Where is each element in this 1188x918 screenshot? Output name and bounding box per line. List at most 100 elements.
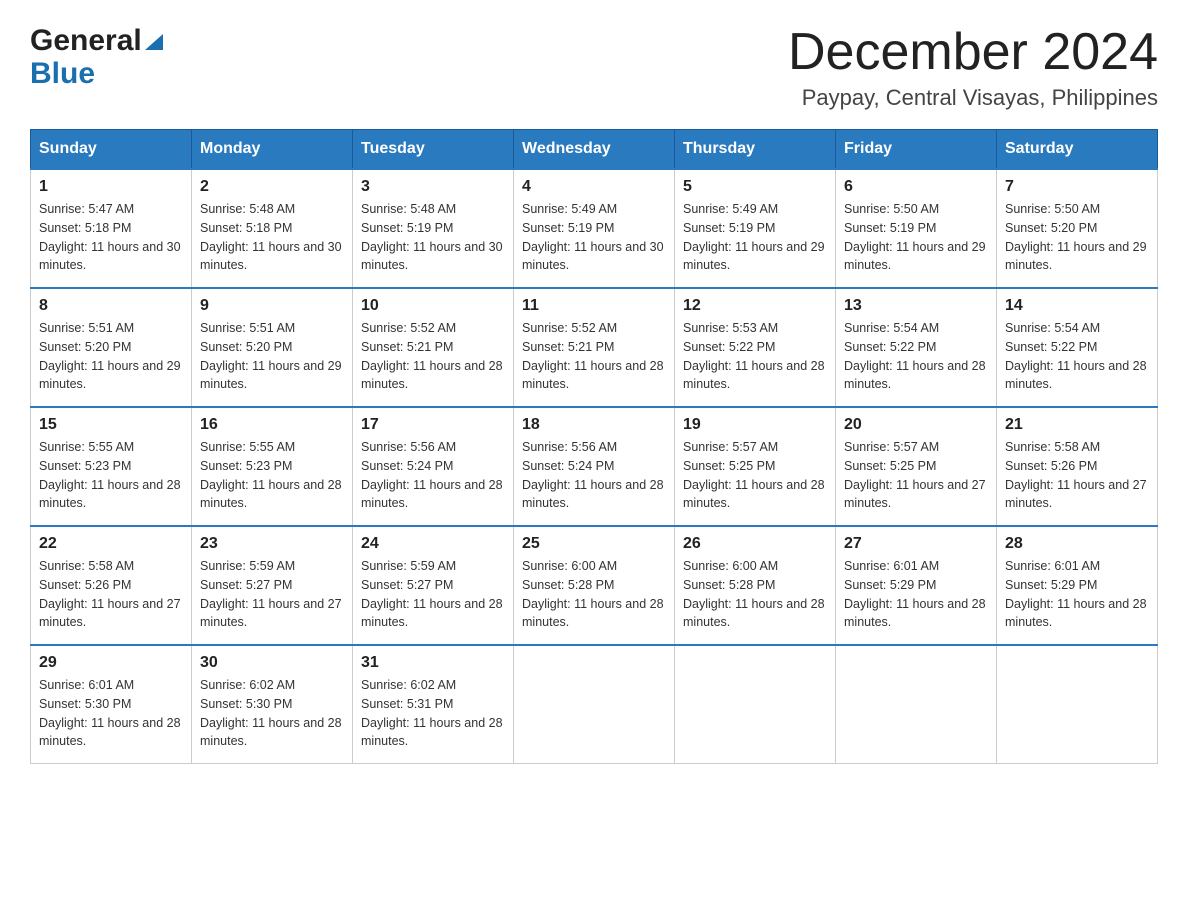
day-number: 5	[683, 178, 827, 196]
day-info: Sunrise: 6:01 AMSunset: 5:30 PMDaylight:…	[39, 676, 183, 751]
calendar-title: December 2024	[788, 24, 1158, 81]
column-header-sunday: Sunday	[31, 130, 192, 170]
day-info: Sunrise: 5:50 AMSunset: 5:19 PMDaylight:…	[844, 200, 988, 275]
calendar-cell: 20 Sunrise: 5:57 AMSunset: 5:25 PMDayligh…	[836, 407, 997, 526]
day-number: 20	[844, 416, 988, 434]
calendar-cell: 14 Sunrise: 5:54 AMSunset: 5:22 PMDayligh…	[997, 288, 1158, 407]
day-number: 2	[200, 178, 344, 196]
calendar-cell	[836, 645, 997, 764]
day-info: Sunrise: 5:49 AMSunset: 5:19 PMDaylight:…	[683, 200, 827, 275]
day-number: 26	[683, 535, 827, 553]
calendar-cell: 2 Sunrise: 5:48 AMSunset: 5:18 PMDaylight…	[192, 169, 353, 288]
calendar-cell: 30 Sunrise: 6:02 AMSunset: 5:30 PMDayligh…	[192, 645, 353, 764]
day-number: 28	[1005, 535, 1149, 553]
calendar-cell	[997, 645, 1158, 764]
day-number: 30	[200, 654, 344, 672]
calendar-cell: 17 Sunrise: 5:56 AMSunset: 5:24 PMDayligh…	[353, 407, 514, 526]
calendar-cell: 23Sunrise: 5:59 AMSunset: 5:27 PMDayligh…	[192, 526, 353, 645]
day-number: 21	[1005, 416, 1149, 434]
calendar-cell	[675, 645, 836, 764]
day-info: Sunrise: 5:57 AMSunset: 5:25 PMDaylight:…	[844, 438, 988, 513]
calendar-header-row: SundayMondayTuesdayWednesdayThursdayFrid…	[31, 130, 1158, 170]
day-info: Sunrise: 5:48 AMSunset: 5:18 PMDaylight:…	[200, 200, 344, 275]
calendar-cell: 5 Sunrise: 5:49 AMSunset: 5:19 PMDaylight…	[675, 169, 836, 288]
day-info: Sunrise: 6:01 AMSunset: 5:29 PMDaylight:…	[1005, 557, 1149, 632]
day-number: 8	[39, 297, 183, 315]
calendar-cell: 1Sunrise: 5:47 AMSunset: 5:18 PMDaylight…	[31, 169, 192, 288]
day-info: Sunrise: 5:59 AMSunset: 5:27 PMDaylight:…	[361, 557, 505, 632]
day-info: Sunrise: 5:56 AMSunset: 5:24 PMDaylight:…	[361, 438, 505, 513]
day-number: 31	[361, 654, 505, 672]
day-info: Sunrise: 5:59 AMSunset: 5:27 PMDaylight:…	[200, 557, 344, 632]
column-header-friday: Friday	[836, 130, 997, 170]
day-number: 7	[1005, 178, 1149, 196]
calendar-week-row: 29 Sunrise: 6:01 AMSunset: 5:30 PMDayligh…	[31, 645, 1158, 764]
day-number: 15	[39, 416, 183, 434]
day-info: Sunrise: 5:53 AMSunset: 5:22 PMDaylight:…	[683, 319, 827, 394]
day-info: Sunrise: 5:51 AMSunset: 5:20 PMDaylight:…	[200, 319, 344, 394]
calendar-week-row: 15 Sunrise: 5:55 AMSunset: 5:23 PMDayligh…	[31, 407, 1158, 526]
logo-general: General	[30, 24, 163, 57]
calendar-cell: 9 Sunrise: 5:51 AMSunset: 5:20 PMDaylight…	[192, 288, 353, 407]
calendar-cell	[514, 645, 675, 764]
day-number: 9	[200, 297, 344, 315]
calendar-cell: 19 Sunrise: 5:57 AMSunset: 5:25 PMDayligh…	[675, 407, 836, 526]
logo-blue: Blue	[30, 57, 163, 90]
calendar-table: SundayMondayTuesdayWednesdayThursdayFrid…	[30, 129, 1158, 764]
day-info: Sunrise: 5:55 AMSunset: 5:23 PMDaylight:…	[200, 438, 344, 513]
day-info: Sunrise: 6:02 AMSunset: 5:30 PMDaylight:…	[200, 676, 344, 751]
day-number: 17	[361, 416, 505, 434]
calendar-cell: 15 Sunrise: 5:55 AMSunset: 5:23 PMDayligh…	[31, 407, 192, 526]
calendar-cell: 22 Sunrise: 5:58 AMSunset: 5:26 PMDayligh…	[31, 526, 192, 645]
calendar-cell: 13 Sunrise: 5:54 AMSunset: 5:22 PMDayligh…	[836, 288, 997, 407]
day-number: 11	[522, 297, 666, 315]
day-number: 4	[522, 178, 666, 196]
calendar-cell: 24Sunrise: 5:59 AMSunset: 5:27 PMDayligh…	[353, 526, 514, 645]
day-info: Sunrise: 5:54 AMSunset: 5:22 PMDaylight:…	[1005, 319, 1149, 394]
page-header: General Blue December 2024 Paypay, Centr…	[30, 24, 1158, 111]
day-number: 14	[1005, 297, 1149, 315]
calendar-subtitle: Paypay, Central Visayas, Philippines	[788, 85, 1158, 111]
calendar-cell: 6 Sunrise: 5:50 AMSunset: 5:19 PMDaylight…	[836, 169, 997, 288]
calendar-cell: 4Sunrise: 5:49 AMSunset: 5:19 PMDaylight…	[514, 169, 675, 288]
day-number: 13	[844, 297, 988, 315]
day-info: Sunrise: 5:50 AMSunset: 5:20 PMDaylight:…	[1005, 200, 1149, 275]
day-info: Sunrise: 5:54 AMSunset: 5:22 PMDaylight:…	[844, 319, 988, 394]
day-info: Sunrise: 5:57 AMSunset: 5:25 PMDaylight:…	[683, 438, 827, 513]
calendar-cell: 26Sunrise: 6:00 AMSunset: 5:28 PMDayligh…	[675, 526, 836, 645]
column-header-monday: Monday	[192, 130, 353, 170]
logo-triangle-icon	[145, 24, 163, 57]
day-info: Sunrise: 5:56 AMSunset: 5:24 PMDaylight:…	[522, 438, 666, 513]
calendar-cell: 31 Sunrise: 6:02 AMSunset: 5:31 PMDayligh…	[353, 645, 514, 764]
day-info: Sunrise: 6:02 AMSunset: 5:31 PMDaylight:…	[361, 676, 505, 751]
calendar-week-row: 8 Sunrise: 5:51 AMSunset: 5:20 PMDaylight…	[31, 288, 1158, 407]
column-header-tuesday: Tuesday	[353, 130, 514, 170]
column-header-thursday: Thursday	[675, 130, 836, 170]
logo: General Blue	[30, 24, 163, 90]
calendar-week-row: 1Sunrise: 5:47 AMSunset: 5:18 PMDaylight…	[31, 169, 1158, 288]
day-number: 1	[39, 178, 183, 196]
calendar-cell: 21 Sunrise: 5:58 AMSunset: 5:26 PMDayligh…	[997, 407, 1158, 526]
day-info: Sunrise: 6:00 AMSunset: 5:28 PMDaylight:…	[522, 557, 666, 632]
calendar-cell: 3Sunrise: 5:48 AMSunset: 5:19 PMDaylight…	[353, 169, 514, 288]
day-number: 16	[200, 416, 344, 434]
column-header-wednesday: Wednesday	[514, 130, 675, 170]
calendar-cell: 16 Sunrise: 5:55 AMSunset: 5:23 PMDayligh…	[192, 407, 353, 526]
calendar-cell: 18 Sunrise: 5:56 AMSunset: 5:24 PMDayligh…	[514, 407, 675, 526]
day-number: 29	[39, 654, 183, 672]
day-number: 12	[683, 297, 827, 315]
calendar-cell: 8Sunrise: 5:51 AMSunset: 5:20 PMDaylight…	[31, 288, 192, 407]
day-number: 19	[683, 416, 827, 434]
day-number: 22	[39, 535, 183, 553]
calendar-cell: 28 Sunrise: 6:01 AMSunset: 5:29 PMDayligh…	[997, 526, 1158, 645]
calendar-week-row: 22 Sunrise: 5:58 AMSunset: 5:26 PMDayligh…	[31, 526, 1158, 645]
calendar-cell: 27Sunrise: 6:01 AMSunset: 5:29 PMDayligh…	[836, 526, 997, 645]
calendar-cell: 10Sunrise: 5:52 AMSunset: 5:21 PMDayligh…	[353, 288, 514, 407]
title-section: December 2024 Paypay, Central Visayas, P…	[788, 24, 1158, 111]
day-number: 18	[522, 416, 666, 434]
day-number: 25	[522, 535, 666, 553]
day-info: Sunrise: 5:58 AMSunset: 5:26 PMDaylight:…	[1005, 438, 1149, 513]
day-number: 6	[844, 178, 988, 196]
day-info: Sunrise: 5:55 AMSunset: 5:23 PMDaylight:…	[39, 438, 183, 513]
day-info: Sunrise: 5:58 AMSunset: 5:26 PMDaylight:…	[39, 557, 183, 632]
